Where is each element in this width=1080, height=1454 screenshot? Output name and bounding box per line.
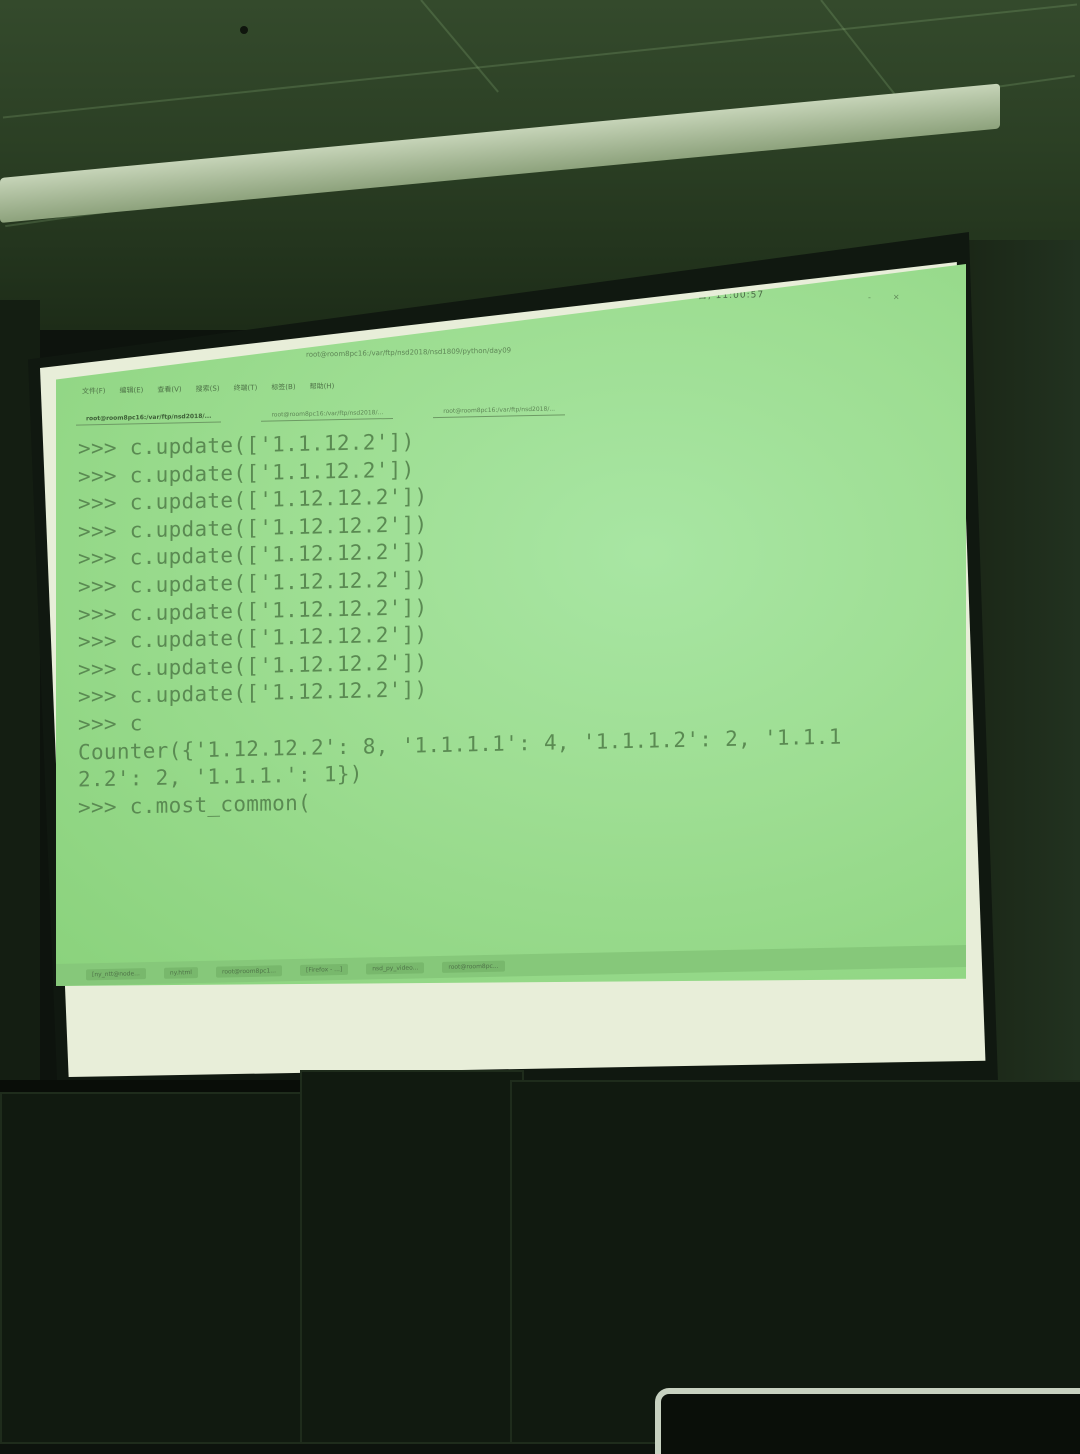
menu-tabs[interactable]: 标签(B) [269,381,297,394]
monitor-back [300,1070,524,1444]
taskbar-item[interactable]: [ny_ntt@node... [86,967,146,980]
terminal-output[interactable]: >>> c.update(['1.1.12.2']) >>> c.update(… [78,417,958,822]
ceiling-fixture [240,26,248,34]
tab-terminal-1[interactable]: root@room8pc16:/var/ftp/nsd2018/... [76,410,222,426]
window-controls: - × [868,292,900,302]
taskbar-item[interactable]: ny.html [163,966,198,979]
tab-terminal-2[interactable]: root@room8pc16:/var/ftp/nsd2018/... [261,406,394,422]
menu-view[interactable]: 查看(V) [155,383,183,396]
menu-bar: 文件(F) 编辑(E) 查看(V) 搜索(S) 终端(T) 标签(B) 帮助(H… [80,380,336,397]
menu-terminal[interactable]: 终端(T) [232,382,260,395]
monitor-back [0,1092,304,1444]
menu-help[interactable]: 帮助(H) [308,380,337,393]
monitor-edge [655,1388,1080,1454]
taskbar-item[interactable]: root@room8pc1... [215,964,282,978]
minimize-button[interactable]: - [868,293,871,302]
window-title: root@room8pc16:/var/ftp/nsd2018/nsd1809/… [306,346,512,359]
taskbar-item[interactable]: nsd_py_video... [366,961,425,975]
menu-edit[interactable]: 编辑(E) [118,384,146,397]
taskbar-item[interactable]: root@room8pc... [442,960,505,973]
menu-file[interactable]: 文件(F) [80,385,108,398]
terminal-tab-strip: root@room8pc16:/var/ftp/nsd2018/... root… [76,403,566,426]
projected-desktop: zh · 4月 27 日, 11:00:57 - × root@room8pc1… [56,264,966,986]
taskbar-item[interactable]: [Firefox - ...] [300,963,349,976]
ceiling-tile-seam [420,0,499,93]
close-button[interactable]: × [893,292,900,301]
menu-search[interactable]: 搜索(S) [194,383,222,396]
tab-terminal-3[interactable]: root@room8pc16:/var/ftp/nsd2018/... [433,403,566,419]
taskbar: [ny_ntt@node... ny.html root@room8pc1...… [56,944,966,986]
